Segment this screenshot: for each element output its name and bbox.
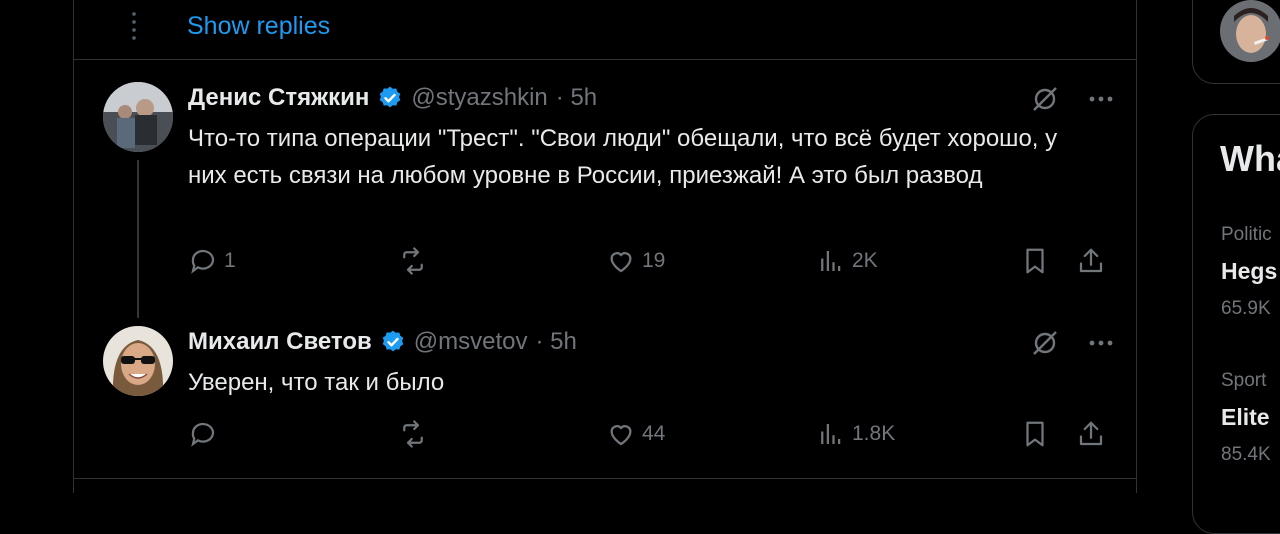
trend-category: Sport: [1221, 370, 1267, 391]
like-button[interactable]: 44: [606, 419, 665, 449]
author-name[interactable]: Михаил Светов: [188, 328, 372, 356]
trend-title: Hegs: [1221, 258, 1278, 284]
avatar[interactable]: [103, 82, 173, 152]
heart-icon: [610, 425, 632, 446]
avatar-photo-icon: [1220, 0, 1280, 62]
like-button[interactable]: 19: [606, 246, 665, 276]
feed-column: Show replies Денис Стяжкин @styazshkin ·…: [73, 0, 1137, 493]
repost-button[interactable]: [398, 419, 434, 449]
trend-post-count: 85.4K: [1221, 444, 1271, 465]
reply-button[interactable]: [188, 419, 224, 449]
tweet-actions: 44 1.8K: [188, 419, 1108, 459]
avatar-photo-icon: [103, 326, 173, 396]
views-chart-icon: [821, 251, 841, 271]
views-chart-icon: [821, 424, 841, 444]
like-count: 44: [642, 422, 666, 445]
tweet-time[interactable]: · 5h: [535, 328, 576, 356]
tweet-time[interactable]: · 5h: [556, 84, 597, 112]
bookmark-button[interactable]: [1020, 419, 1050, 449]
tweet-text: Уверен, что так и было: [188, 369, 445, 396]
bookmark-icon: [1026, 421, 1044, 447]
like-count: 19: [642, 249, 666, 272]
grok-icon[interactable]: [1030, 84, 1060, 114]
views-count: 2K: [852, 249, 878, 272]
repost-icon: [403, 247, 423, 275]
reply-button[interactable]: 1: [188, 246, 236, 276]
reply-icon: [191, 422, 215, 447]
more-icon[interactable]: [1086, 84, 1116, 114]
verified-badge-icon: [382, 330, 404, 352]
bookmark-button[interactable]: [1020, 246, 1050, 276]
tweet-top-actions: [1030, 328, 1116, 358]
verified-badge-icon: [380, 86, 401, 108]
tweet-top-actions: [1030, 84, 1116, 114]
show-replies-link[interactable]: Show replies: [187, 12, 330, 41]
share-button[interactable]: [1076, 419, 1106, 449]
divider: [74, 59, 1136, 60]
author-name[interactable]: Денис Стяжкин: [188, 84, 369, 112]
tweet-header: Михаил Светов @msvetov · 5h: [188, 328, 577, 356]
views-count: 1.8K: [852, 422, 896, 445]
grok-icon[interactable]: [1030, 328, 1060, 358]
more-icon[interactable]: [1086, 328, 1116, 358]
reply-count: 1: [224, 249, 236, 272]
repost-icon: [403, 420, 423, 448]
author-handle[interactable]: @msvetov: [414, 328, 528, 356]
thread-connector-line: [137, 160, 139, 318]
divider: [74, 478, 1136, 479]
views-button[interactable]: 2K: [816, 246, 878, 276]
repost-button[interactable]: [398, 246, 434, 276]
heart-icon: [610, 252, 632, 273]
share-icon: [1079, 421, 1103, 446]
thread-dots-icon: [132, 10, 136, 44]
sidebar-avatar[interactable]: [1220, 0, 1280, 62]
reply-icon: [191, 249, 215, 274]
trend-post-count: 65.9K: [1221, 298, 1271, 319]
trends-section-title: Wha: [1220, 138, 1280, 179]
trend-title: Elite: [1221, 404, 1270, 430]
author-handle[interactable]: @styazshkin: [411, 84, 547, 112]
views-button[interactable]: 1.8K: [816, 419, 895, 449]
trend-category: Politic: [1221, 224, 1272, 245]
share-icon: [1079, 248, 1103, 273]
tweet-text: Что-то типа операции "Трест". "Свои люди…: [188, 125, 1058, 189]
tweet-header: Денис Стяжкин @styazshkin · 5h: [188, 84, 597, 112]
avatar-photo-icon: [103, 82, 173, 152]
tweet-actions: 1 19 2K: [188, 246, 1108, 286]
avatar[interactable]: [103, 326, 173, 396]
share-button[interactable]: [1076, 246, 1106, 276]
bookmark-icon: [1026, 248, 1044, 274]
